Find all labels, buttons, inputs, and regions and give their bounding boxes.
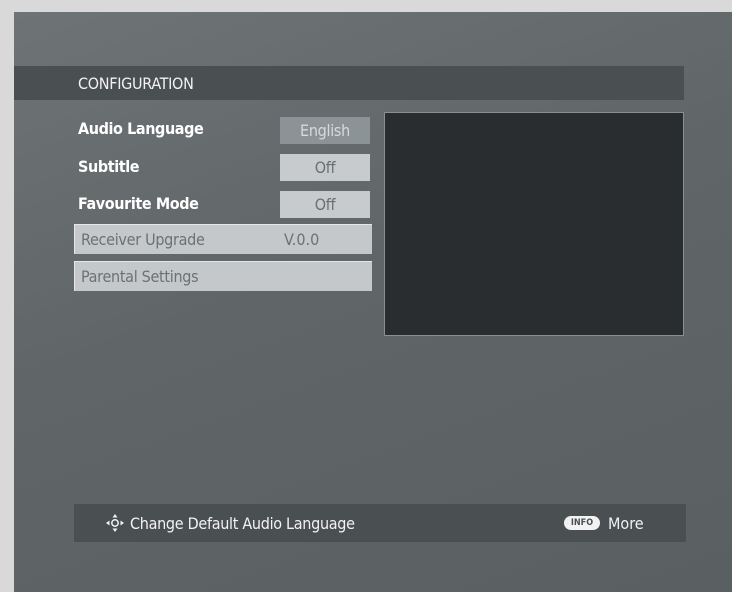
receiver-upgrade-version: V.0.0	[284, 230, 320, 249]
menu-item-parental-settings[interactable]: Parental Settings	[74, 261, 372, 291]
menu-item-receiver-upgrade[interactable]: Receiver Upgrade V.0.0	[74, 224, 372, 254]
more-label: More	[608, 514, 644, 533]
favourite-mode-label: Favourite Mode	[78, 194, 199, 213]
configuration-screen: CONFIGURATION Audio Language English Sub…	[14, 12, 732, 592]
audio-language-value[interactable]: English	[280, 117, 370, 144]
video-preview	[384, 112, 684, 336]
page-title: CONFIGURATION	[78, 74, 194, 93]
parental-settings-label: Parental Settings	[81, 267, 199, 286]
favourite-mode-value[interactable]: Off	[280, 191, 370, 218]
info-key-icon: INFO	[564, 516, 600, 530]
subtitle-label: Subtitle	[78, 157, 140, 176]
dpad-arrows-icon	[106, 514, 124, 532]
help-bar: Change Default Audio Language INFO More	[74, 504, 686, 542]
title-bar: CONFIGURATION	[14, 66, 684, 100]
subtitle-value[interactable]: Off	[280, 154, 370, 181]
help-hint-text: Change Default Audio Language	[130, 514, 355, 533]
audio-language-label: Audio Language	[78, 119, 204, 138]
receiver-upgrade-label: Receiver Upgrade	[81, 230, 205, 249]
